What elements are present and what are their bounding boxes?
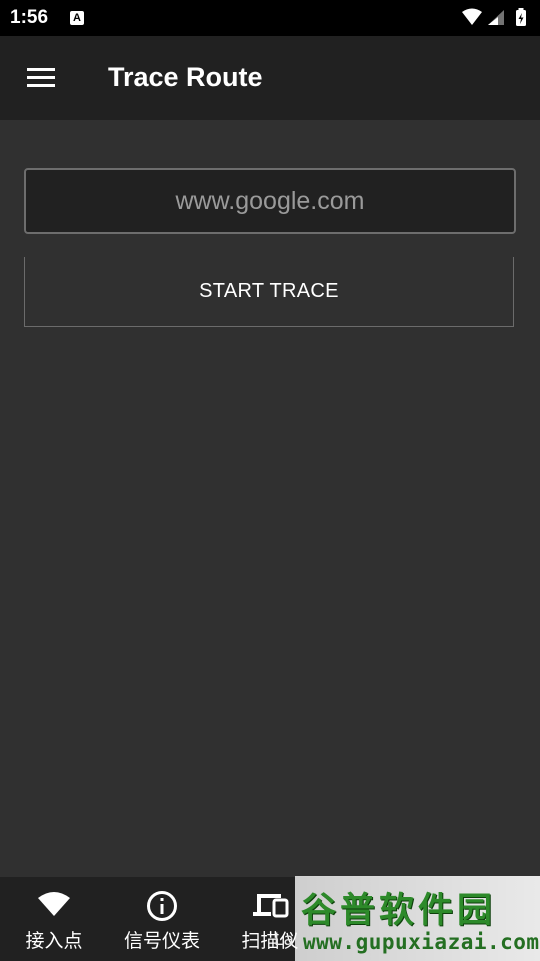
- watermark-logo: 谷普软件园 www.gupuxiazai.com: [295, 876, 540, 961]
- wifi-icon: [37, 890, 71, 920]
- app-bar: Trace Route: [0, 36, 540, 120]
- hamburger-menu-icon[interactable]: [27, 66, 57, 90]
- notification-a-icon: A: [70, 11, 84, 25]
- start-trace-button[interactable]: START TRACE: [24, 257, 514, 327]
- watermark-url: www.gupuxiazai.com: [303, 930, 540, 954]
- signal-icon: [488, 10, 504, 25]
- status-bar: 1:56 A: [0, 0, 540, 36]
- info-icon: [146, 890, 178, 926]
- page-title: Trace Route: [108, 62, 263, 92]
- status-icons: [460, 8, 530, 28]
- wifi-icon: [462, 8, 482, 25]
- watermark-title: 谷普软件园: [301, 891, 497, 931]
- status-time: 1:56: [10, 7, 49, 28]
- nav-item-signal-meter[interactable]: 信号仪表: [108, 877, 216, 961]
- battery-charging-icon: [516, 8, 526, 26]
- nav-item-access-point[interactable]: 接入点: [0, 877, 108, 961]
- nav-label-signal-meter: 信号仪表: [123, 930, 200, 952]
- host-input[interactable]: [24, 168, 516, 234]
- nav-label-access-point: 接入点: [25, 930, 83, 952]
